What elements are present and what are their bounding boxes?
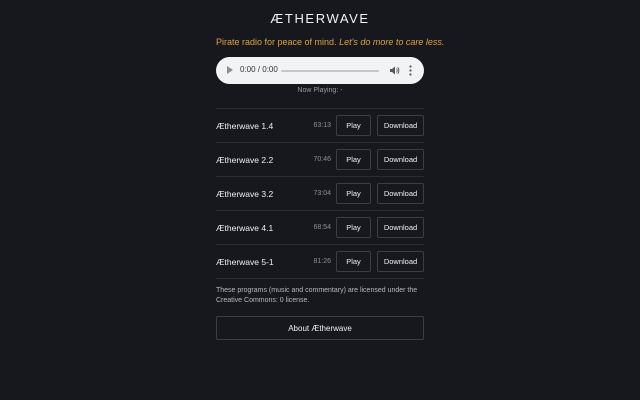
program-duration: 68:54 <box>313 224 331 231</box>
volume-icon[interactable] <box>390 66 400 75</box>
download-button[interactable]: Download <box>377 115 424 136</box>
tagline-plain: Pirate radio for peace of mind. <box>216 37 337 47</box>
tagline-italic: Let's do more to care less. <box>339 37 445 47</box>
program-row: Ætherwave 5-1 81:26 Play Download <box>216 245 424 279</box>
player-time: 0:00 / 0:00 <box>240 65 278 74</box>
site-logo[interactable]: ÆTHERWAVE <box>216 11 424 26</box>
program-name: Ætherwave 4.1 <box>216 223 274 233</box>
progress-slider[interactable] <box>281 69 379 72</box>
program-duration: 73:04 <box>313 190 331 197</box>
more-options-icon[interactable] <box>409 65 412 76</box>
play-button[interactable]: Play <box>336 115 371 136</box>
download-button[interactable]: Download <box>377 183 424 204</box>
now-playing: Now Playing: - <box>297 87 343 94</box>
download-button[interactable]: Download <box>377 251 424 272</box>
about-button[interactable]: About Ætherwave <box>216 316 424 340</box>
play-button[interactable]: Play <box>336 217 371 238</box>
play-icon[interactable] <box>227 66 233 74</box>
tagline: Pirate radio for peace of mind. Let's do… <box>216 37 444 47</box>
program-duration: 70:46 <box>313 156 331 163</box>
audio-player: 0:00 / 0:00 <box>216 57 424 84</box>
program-name: Ætherwave 5-1 <box>216 257 274 267</box>
program-row: Ætherwave 2.2 70:46 Play Download <box>216 143 424 177</box>
program-row: Ætherwave 4.1 68:54 Play Download <box>216 211 424 245</box>
play-button[interactable]: Play <box>336 251 371 272</box>
program-name: Ætherwave 2.2 <box>216 155 274 165</box>
program-name: Ætherwave 3.2 <box>216 189 274 199</box>
license-text: These programs (music and commentary) ar… <box>216 287 418 304</box>
download-button[interactable]: Download <box>377 217 424 238</box>
download-button[interactable]: Download <box>377 149 424 170</box>
program-name: Ætherwave 1.4 <box>216 121 274 131</box>
play-button[interactable]: Play <box>336 149 371 170</box>
program-duration: 81:26 <box>313 258 331 265</box>
play-button[interactable]: Play <box>336 183 371 204</box>
program-duration: 63:13 <box>313 122 331 129</box>
divider <box>216 278 424 279</box>
program-row: Ætherwave 3.2 73:04 Play Download <box>216 177 424 211</box>
program-row: Ætherwave 1.4 63:13 Play Download <box>216 109 424 143</box>
